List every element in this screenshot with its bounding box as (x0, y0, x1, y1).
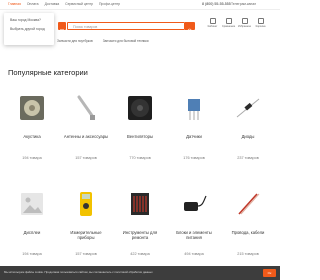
category-name: Блоки и элементы питания (176, 230, 212, 241)
top-nav: Главная Оплата Доставка Сервисный центр … (8, 2, 120, 6)
category-count: 194 товара (22, 252, 42, 256)
category-count: 157 товаров (75, 252, 97, 256)
search-placeholder: Поиск товаров (73, 24, 98, 29)
category-card[interactable]: Диоды 237 товаров (224, 88, 272, 170)
cart-button[interactable]: Корзина (256, 18, 265, 28)
telegram-link[interactable]: Телеграм-канал (231, 2, 256, 6)
cookie-accept-button[interactable]: Ок (263, 269, 276, 277)
menu-icon (60, 29, 64, 33)
category-card[interactable]: Дисплеи 194 товара (8, 184, 56, 266)
user-icon (209, 18, 216, 24)
category-grid: Акустика 194 товара Антенны и аксессуары… (8, 88, 272, 266)
fan-icon (120, 88, 160, 128)
category-card[interactable]: Вентиляторы 770 товаров (116, 88, 164, 170)
category-name: Измерительные приборы (70, 230, 102, 241)
category-count: 157 товаров (75, 156, 97, 160)
antenna-icon (66, 88, 106, 128)
city-question: Ваш город Москва? (10, 18, 41, 22)
header-icons: Кабинет Сравнение Избранное Корзина (208, 18, 265, 28)
favorites-label: Избранное (237, 25, 252, 28)
search-button[interactable] (185, 22, 195, 34)
category-name: Диоды (241, 134, 255, 139)
cookie-banner: Мы используем файлы cookie. Продолжая по… (0, 266, 280, 280)
category-name: Антенны и аксессуары (63, 134, 109, 139)
category-count: 494 товара (184, 252, 204, 256)
top-nav-link[interactable]: Главная (8, 2, 21, 6)
category-name: Дисплеи (23, 230, 41, 235)
category-card[interactable]: Антенны и аксессуары 157 товаров (62, 88, 110, 170)
category-name: Провода, кабели (231, 230, 265, 235)
category-name: Инструменты для ремонта (122, 230, 158, 241)
section-title: Популярные категории (8, 68, 88, 77)
sub-nav-link[interactable]: Запчасти для ноутбуков (57, 39, 93, 43)
top-bar: Главная Оплата Доставка Сервисный центр … (0, 0, 280, 10)
category-card[interactable]: Измерительные приборы 157 товаров (62, 184, 110, 266)
catalog-button[interactable] (58, 22, 66, 33)
cable-icon (228, 184, 268, 224)
top-nav-link[interactable]: Сервисный центр (65, 2, 93, 6)
favorites-button[interactable]: Избранное (237, 18, 252, 28)
category-count: 215 товаров (237, 252, 259, 256)
select-city-link[interactable]: Выбрать другой город (10, 27, 45, 31)
category-count: 770 товаров (129, 156, 151, 160)
compare-button[interactable]: Сравнение (221, 18, 236, 28)
search-icon (187, 28, 193, 34)
top-nav-link[interactable]: Оплата (27, 2, 39, 6)
sensor-icon (174, 88, 214, 128)
category-name: Акустика (23, 134, 41, 139)
display-icon (12, 184, 52, 224)
heart-icon (241, 18, 248, 24)
category-card[interactable]: Инструменты для ремонта 422 товара (116, 184, 164, 266)
cart-icon (257, 18, 264, 24)
category-card[interactable]: Акустика 194 товара (8, 88, 56, 170)
search-input[interactable]: Поиск товаров (67, 22, 185, 30)
category-name: Вентиляторы (127, 134, 153, 139)
sub-nav: Запчасти для ноутбуков Запчасти для быто… (57, 39, 148, 43)
compare-icon (225, 18, 232, 24)
compare-label: Сравнение (221, 25, 236, 28)
sub-nav-link[interactable]: Запчасти для бытовой техники (103, 39, 149, 43)
diode-icon (228, 88, 268, 128)
account-button[interactable]: Кабинет (208, 18, 217, 28)
category-card[interactable]: Провода, кабели 215 товаров (224, 184, 272, 266)
cart-label: Корзина (255, 25, 266, 28)
category-card[interactable]: Блоки и элементы питания 494 товара (170, 184, 218, 266)
location-popup: Ваш город Москва? Выбрать другой город (4, 13, 54, 45)
category-count: 194 товара (22, 156, 42, 160)
power-adapter-icon (174, 184, 214, 224)
speaker-icon (12, 88, 52, 128)
category-count: 176 товаров (183, 156, 205, 160)
multimeter-icon (66, 184, 106, 224)
cookie-text: Мы используем файлы cookie. Продолжая по… (4, 270, 154, 274)
phone-number[interactable]: 8 (800) 55-55-555 (202, 2, 231, 6)
category-name: Датчики (186, 134, 202, 139)
category-count: 422 товара (130, 252, 150, 256)
top-nav-link[interactable]: Доставка (45, 2, 60, 6)
top-nav-link[interactable]: Профи-центр (99, 2, 120, 6)
category-card[interactable]: Датчики 176 товаров (170, 88, 218, 170)
tools-icon (120, 184, 160, 224)
category-count: 237 товаров (237, 156, 259, 160)
account-label: Кабинет (207, 25, 218, 28)
